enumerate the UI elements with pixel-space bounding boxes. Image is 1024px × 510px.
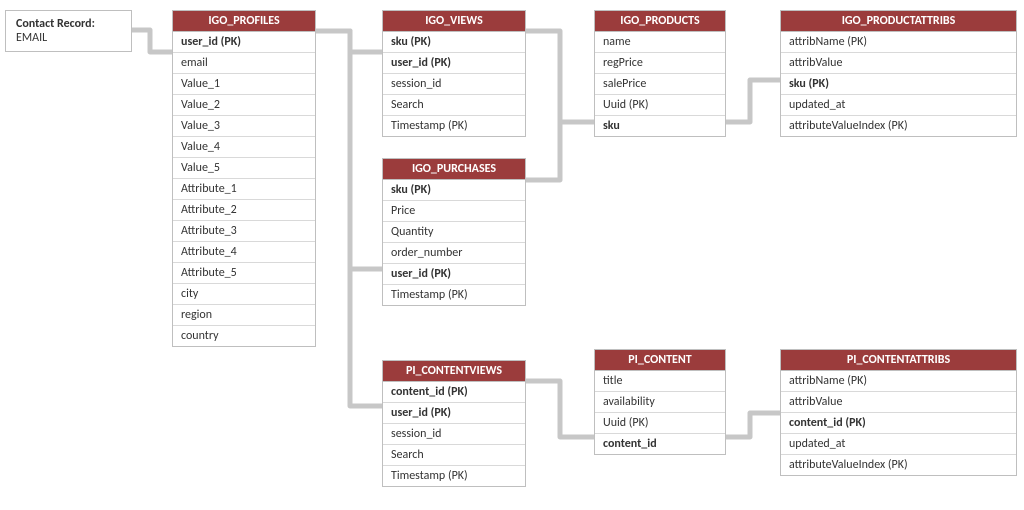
field: content_id (PK): [781, 413, 1016, 434]
table-header: IGO_PRODUCTATTRIBS: [781, 11, 1016, 32]
table-views: IGO_VIEWS sku (PK) user_id (PK) session_…: [382, 10, 526, 137]
table-header: IGO_PURCHASES: [383, 159, 525, 180]
field: Value_4: [173, 137, 315, 158]
field: Value_5: [173, 158, 315, 179]
contact-record-box: Contact Record: EMAIL: [5, 10, 132, 52]
field: user_id (PK): [383, 53, 525, 74]
field: regPrice: [595, 53, 725, 74]
field: attributeValueIndex (PK): [781, 116, 1016, 136]
field: session_id: [383, 424, 525, 445]
field: attributeValueIndex (PK): [781, 455, 1016, 475]
field: Quantity: [383, 222, 525, 243]
contact-record-value: EMAIL: [16, 31, 121, 45]
contact-record-label: Contact Record:: [16, 17, 121, 31]
field: Value_2: [173, 95, 315, 116]
field: Uuid (PK): [595, 413, 725, 434]
field: availability: [595, 392, 725, 413]
field: salePrice: [595, 74, 725, 95]
field: user_id (PK): [173, 32, 315, 53]
table-contentattribs: PI_CONTENTATTRIBS attribName (PK) attrib…: [780, 349, 1017, 476]
table-purchases: IGO_PURCHASES sku (PK) Price Quantity or…: [382, 158, 526, 306]
field: email: [173, 53, 315, 74]
field: updated_at: [781, 95, 1016, 116]
field: sku (PK): [781, 74, 1016, 95]
field: city: [173, 284, 315, 305]
field: Attribute_1: [173, 179, 315, 200]
table-contentviews: PI_CONTENTVIEWS content_id (PK) user_id …: [382, 360, 526, 487]
field: Search: [383, 445, 525, 466]
table-header: PI_CONTENT: [595, 350, 725, 371]
table-header: PI_CONTENTVIEWS: [383, 361, 525, 382]
table-products: IGO_PRODUCTS name regPrice salePrice Uui…: [594, 10, 726, 137]
field: user_id (PK): [383, 264, 525, 285]
field: sku: [595, 116, 725, 136]
field: Timestamp (PK): [383, 285, 525, 305]
field: order_number: [383, 243, 525, 264]
field: title: [595, 371, 725, 392]
field: sku (PK): [383, 180, 525, 201]
table-header: IGO_PROFILES: [173, 11, 315, 32]
field: region: [173, 305, 315, 326]
field: Attribute_3: [173, 221, 315, 242]
field: user_id (PK): [383, 403, 525, 424]
field: updated_at: [781, 434, 1016, 455]
table-profiles: IGO_PROFILES user_id (PK) email Value_1 …: [172, 10, 316, 347]
field: Value_1: [173, 74, 315, 95]
field: attribName (PK): [781, 32, 1016, 53]
field: Attribute_2: [173, 200, 315, 221]
field: content_id: [595, 434, 725, 454]
field: Timestamp (PK): [383, 466, 525, 486]
table-header: PI_CONTENTATTRIBS: [781, 350, 1016, 371]
table-header: IGO_PRODUCTS: [595, 11, 725, 32]
field: Value_3: [173, 116, 315, 137]
field: Price: [383, 201, 525, 222]
field: Timestamp (PK): [383, 116, 525, 136]
field: attribValue: [781, 53, 1016, 74]
table-header: IGO_VIEWS: [383, 11, 525, 32]
field: sku (PK): [383, 32, 525, 53]
field: attribValue: [781, 392, 1016, 413]
field: Attribute_5: [173, 263, 315, 284]
table-content: PI_CONTENT title availability Uuid (PK) …: [594, 349, 726, 455]
field: country: [173, 326, 315, 346]
field: Search: [383, 95, 525, 116]
field: session_id: [383, 74, 525, 95]
field: Attribute_4: [173, 242, 315, 263]
field: name: [595, 32, 725, 53]
table-productattribs: IGO_PRODUCTATTRIBS attribName (PK) attri…: [780, 10, 1017, 137]
field: attribName (PK): [781, 371, 1016, 392]
field: Uuid (PK): [595, 95, 725, 116]
field: content_id (PK): [383, 382, 525, 403]
